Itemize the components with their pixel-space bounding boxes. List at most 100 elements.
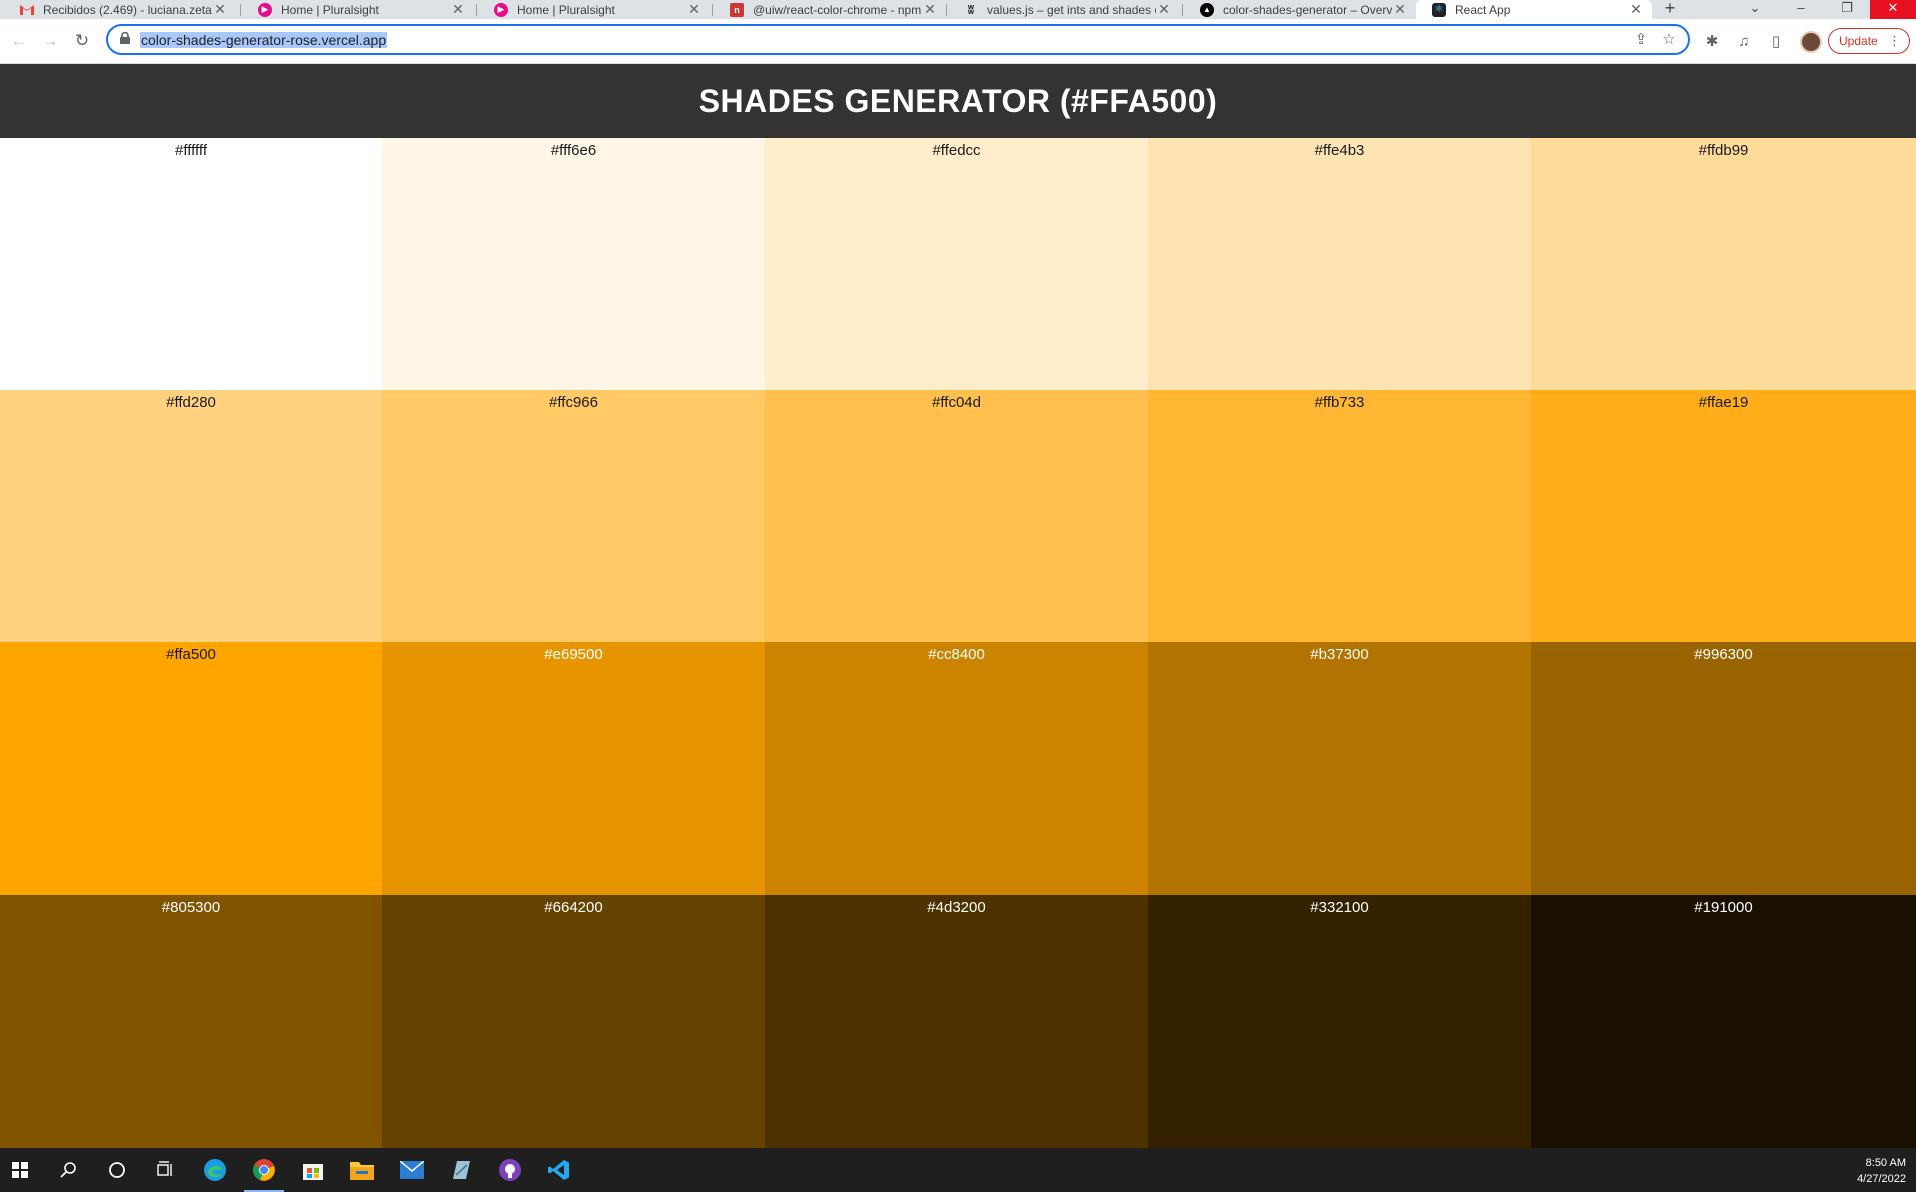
shade-swatch[interactable]: #ffdb99: [1531, 138, 1916, 390]
tab-title: @uiw/react-color-chrome - npm: [753, 2, 922, 17]
shade-hex-label: #4d3200: [927, 899, 986, 916]
app-header: SHADES GENERATOR (#FFA500): [0, 64, 1916, 138]
tab-separator: [476, 4, 477, 16]
tab-separator: [946, 4, 947, 16]
tab-search-icon[interactable]: ⌄: [1732, 0, 1778, 19]
cortana-icon[interactable]: [105, 1158, 129, 1182]
mail-icon[interactable]: [400, 1158, 424, 1182]
shade-swatch[interactable]: #191000: [1531, 895, 1916, 1148]
chrome-icon[interactable]: [244, 1158, 284, 1192]
shade-hex-label: #ffedcc: [932, 142, 981, 159]
shade-swatch[interactable]: #ffae19: [1531, 390, 1916, 642]
shade-swatch[interactable]: #ffc04d: [765, 390, 1148, 642]
back-icon[interactable]: ←: [8, 31, 30, 53]
tab-close-icon[interactable]: ✕: [922, 1, 938, 18]
update-button[interactable]: Update ⋮: [1828, 28, 1910, 54]
vercel-icon: ▲: [1200, 2, 1214, 17]
tab-close-icon[interactable]: ✕: [686, 1, 702, 18]
reload-icon[interactable]: ↻: [71, 31, 93, 53]
tab-gmail[interactable]: Recibidos (2.469) - luciana.zeta@ ✕: [4, 0, 236, 19]
shade-hex-label: #332100: [1310, 899, 1369, 916]
tab-title: React App: [1455, 2, 1511, 17]
share-icon[interactable]: ⇪: [1632, 31, 1650, 49]
tab-pluralsight-2[interactable]: ▶ Home | Pluralsight ✕: [478, 0, 710, 19]
file-explorer-icon[interactable]: [350, 1158, 374, 1182]
shade-swatch[interactable]: #e69500: [382, 642, 765, 895]
taskbar: 8:50 AM 4/27/2022: [0, 1148, 1916, 1192]
profile-avatar[interactable]: [1800, 31, 1822, 53]
shade-swatch[interactable]: #664200: [382, 895, 765, 1148]
tab-vercel[interactable]: ▲ color-shades-generator – Overvi ✕: [1184, 0, 1416, 19]
shade-swatch[interactable]: #ffd280: [0, 390, 382, 642]
shade-hex-label: #ffe4b3: [1314, 142, 1365, 159]
shade-swatch[interactable]: #996300: [1531, 642, 1916, 895]
shades-grid: #ffffff #fff6e6 #ffedcc #ffe4b3 #ffdb99 #ffd2…: [0, 138, 1916, 1148]
tab-close-icon[interactable]: ✕: [450, 1, 466, 18]
tab-title: Home | Pluralsight: [281, 2, 379, 17]
shade-hex-label: #ffdb99: [1698, 142, 1749, 159]
browser-toolbar: ← → ↻ color-shades-generator-rose.vercel…: [0, 19, 1916, 64]
shade-swatch[interactable]: #ffb733: [1148, 390, 1531, 642]
pluralsight-icon: ▶: [258, 2, 272, 17]
restore-icon[interactable]: ❐: [1824, 0, 1870, 19]
tab-close-icon[interactable]: ✕: [1156, 1, 1172, 18]
shade-swatch[interactable]: #332100: [1148, 895, 1531, 1148]
forward-icon[interactable]: →: [39, 31, 61, 53]
tab-close-icon[interactable]: ✕: [1628, 1, 1644, 18]
bookmark-star-icon[interactable]: ☆: [1660, 31, 1678, 49]
menu-dots-icon: ⋮: [1888, 33, 1901, 48]
shade-hex-label: #191000: [1694, 899, 1753, 916]
shade-hex-label: #996300: [1694, 646, 1753, 663]
tab-close-icon[interactable]: ✕: [212, 1, 228, 18]
shade-swatch[interactable]: #805300: [0, 895, 382, 1148]
system-clock[interactable]: 8:50 AM 4/27/2022: [1857, 1155, 1906, 1187]
tab-title: values.js – get ints and shades o: [987, 2, 1156, 17]
task-view-icon[interactable]: [153, 1158, 177, 1182]
pluralsight-icon: ▶: [494, 2, 508, 17]
tab-react-app[interactable]: ⚛ React App ✕: [1416, 0, 1652, 19]
shade-swatch[interactable]: #ffffff: [0, 138, 382, 390]
react-icon: ⚛: [1432, 2, 1446, 17]
tab-valuesjs[interactable]: ʬ values.js – get ints and shades o ✕: [948, 0, 1180, 19]
new-tab-button[interactable]: +: [1660, 0, 1680, 19]
tab-npm[interactable]: n @uiw/react-color-chrome - npm ✕: [714, 0, 946, 19]
shade-hex-label: #ffffff: [175, 142, 207, 159]
shade-hex-label: #ffd280: [166, 394, 216, 411]
tab-close-icon[interactable]: ✕: [1392, 1, 1408, 18]
tab-strip: Recibidos (2.469) - luciana.zeta@ ✕ ▶ Ho…: [0, 0, 1916, 19]
search-icon[interactable]: [57, 1158, 81, 1182]
shade-hex-label: #cc8400: [928, 646, 985, 663]
tab-separator: [240, 4, 241, 16]
tab-separator: [1182, 4, 1183, 16]
vscode-icon[interactable]: [547, 1158, 571, 1182]
shade-swatch[interactable]: #b37300: [1148, 642, 1531, 895]
media-control-icon[interactable]: ♫: [1734, 32, 1754, 52]
side-panel-icon[interactable]: ▯: [1766, 32, 1786, 52]
window-close-icon[interactable]: ✕: [1870, 0, 1916, 19]
url-text[interactable]: color-shades-generator-rose.vercel.app: [140, 32, 388, 48]
page-title: SHADES GENERATOR (#FFA500): [698, 82, 1218, 119]
shade-swatch[interactable]: #ffc966: [382, 390, 765, 642]
edge-icon[interactable]: [203, 1158, 227, 1182]
shade-swatch[interactable]: #cc8400: [765, 642, 1148, 895]
shade-swatch[interactable]: #fff6e6: [382, 138, 765, 390]
github-icon[interactable]: [498, 1158, 522, 1182]
shade-hex-label: #664200: [544, 899, 603, 916]
extensions-icon[interactable]: ✱: [1702, 32, 1722, 52]
clock-date: 4/27/2022: [1857, 1173, 1906, 1185]
shade-hex-label: #ffa500: [166, 646, 216, 663]
shade-swatch[interactable]: #ffedcc: [765, 138, 1148, 390]
shade-swatch[interactable]: #ffe4b3: [1148, 138, 1531, 390]
address-bar[interactable]: color-shades-generator-rose.vercel.app ⇪…: [106, 24, 1690, 55]
lock-icon: [120, 32, 130, 44]
update-label: Update: [1839, 34, 1878, 48]
valuesjs-icon: ʬ: [967, 2, 975, 17]
minimize-icon[interactable]: –: [1778, 0, 1824, 19]
shade-swatch[interactable]: #ffa500: [0, 642, 382, 895]
notes-app-icon[interactable]: [449, 1158, 473, 1182]
shade-hex-label: #805300: [161, 899, 221, 916]
store-icon[interactable]: [301, 1158, 325, 1182]
windows-start-icon[interactable]: [8, 1158, 32, 1182]
tab-pluralsight-1[interactable]: ▶ Home | Pluralsight ✕: [242, 0, 474, 19]
shade-swatch[interactable]: #4d3200: [765, 895, 1148, 1148]
